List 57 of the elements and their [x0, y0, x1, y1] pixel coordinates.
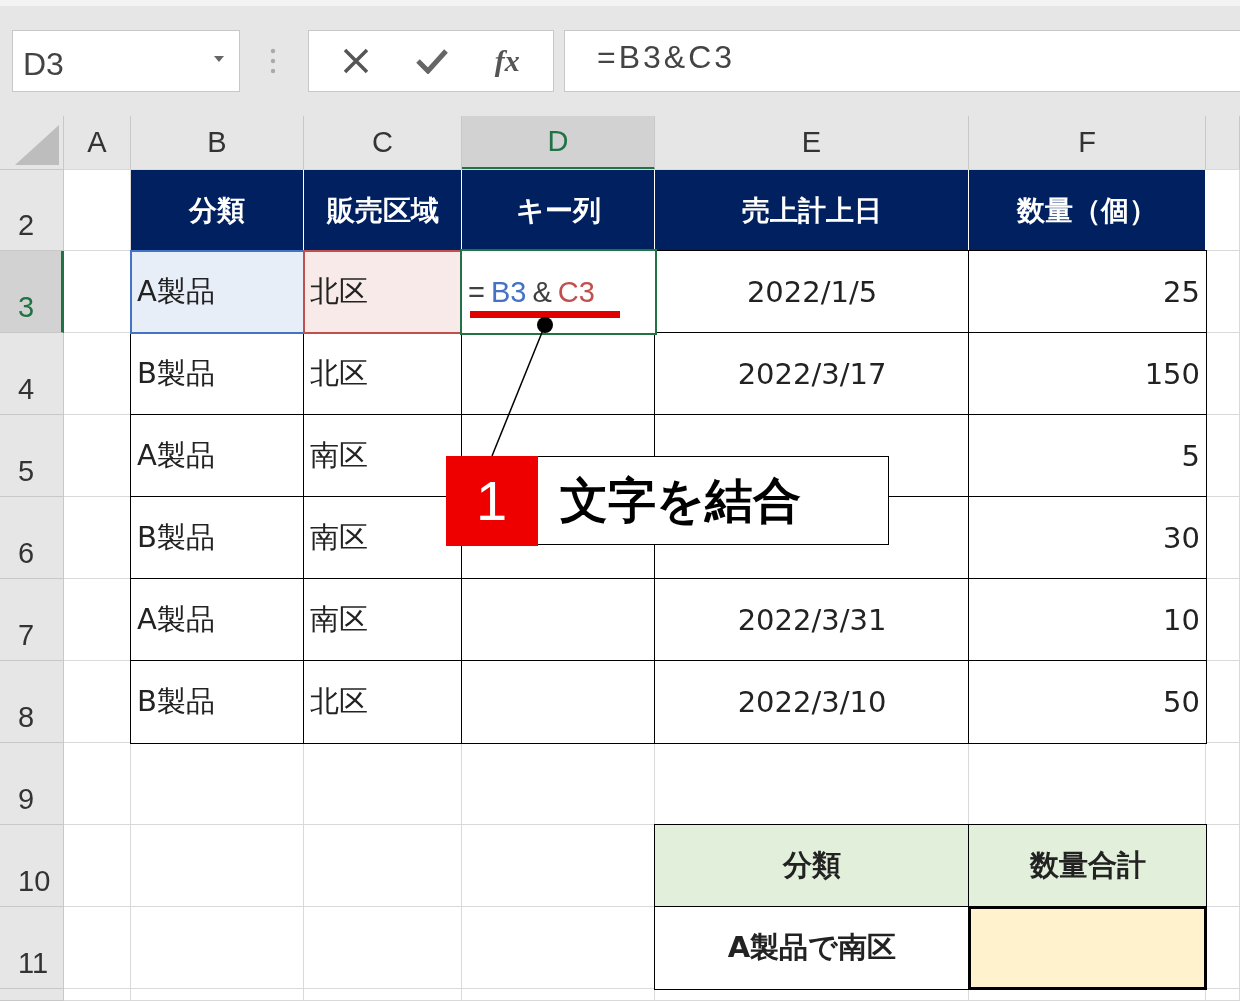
row-header[interactable]: 5: [0, 415, 64, 497]
row-header[interactable]: 8: [0, 661, 64, 743]
row-header[interactable]: 9: [0, 743, 64, 825]
formula-field[interactable]: =B3&C3: [564, 30, 1240, 92]
column-header[interactable]: D: [462, 116, 655, 170]
grip-icon: [270, 48, 276, 74]
name-box[interactable]: D3: [12, 30, 240, 92]
column-header: 数量（個）: [969, 170, 1206, 251]
close-icon[interactable]: [342, 47, 371, 75]
table-cell: 25: [969, 251, 1206, 333]
table-cell: 30: [969, 497, 1206, 579]
table-cell: 北区: [304, 661, 462, 743]
table-cell: 2022/3/17: [655, 333, 969, 415]
table-cell: 2022/3/31: [655, 579, 969, 661]
column-header[interactable]: E: [655, 116, 969, 170]
column-header[interactable]: A: [64, 116, 131, 170]
summary-label: A製品で南区: [655, 907, 969, 989]
column-header[interactable]: C: [304, 116, 462, 170]
table-cell: 北区: [304, 333, 462, 415]
column-header: 分類: [131, 170, 304, 251]
table-cell: 南区: [304, 579, 462, 661]
column-header[interactable]: B: [131, 116, 304, 170]
summary-header: 分類: [655, 825, 969, 907]
row-header[interactable]: 11: [0, 907, 64, 989]
active-cell[interactable]: = B3 & C3: [462, 251, 655, 333]
result-cell[interactable]: [969, 907, 1206, 989]
table-cell: 北区: [304, 251, 462, 333]
table-cell: B製品: [131, 497, 304, 579]
summary-header: 数量合計: [969, 825, 1206, 907]
formula-text: = B3 & C3: [468, 275, 595, 309]
row-header[interactable]: 10: [0, 825, 64, 907]
row-header[interactable]: 4: [0, 333, 64, 415]
table-cell: 50: [969, 661, 1206, 743]
table-cell: 南区: [304, 415, 462, 497]
row-header[interactable]: 3: [0, 251, 64, 333]
function-button[interactable]: fx: [494, 44, 520, 78]
table-cell: 5: [969, 415, 1206, 497]
table-cell: A製品: [131, 579, 304, 661]
table-cell: A製品: [131, 415, 304, 497]
column-header[interactable]: F: [969, 116, 1206, 170]
callout-text: 文字を結合: [558, 470, 801, 530]
step-number: 1: [445, 455, 538, 546]
row-header[interactable]: 2: [0, 170, 64, 251]
table-cell: 10: [969, 579, 1206, 661]
table-cell: B製品: [131, 333, 304, 415]
table-cell: 2022/3/10: [655, 661, 969, 743]
column-header: 売上計上日: [655, 170, 969, 251]
table-cell: B製品: [131, 661, 304, 743]
table-cell: A製品: [131, 251, 304, 333]
column-header: キー列: [462, 170, 655, 251]
row-header[interactable]: 7: [0, 579, 64, 661]
check-icon[interactable]: [416, 48, 449, 74]
dropdown-icon[interactable]: [213, 55, 225, 63]
table-cell: 2022/1/5: [655, 251, 969, 333]
row-header[interactable]: 6: [0, 497, 64, 579]
table-cell: 150: [969, 333, 1206, 415]
column-header: 販売区域: [304, 170, 462, 251]
